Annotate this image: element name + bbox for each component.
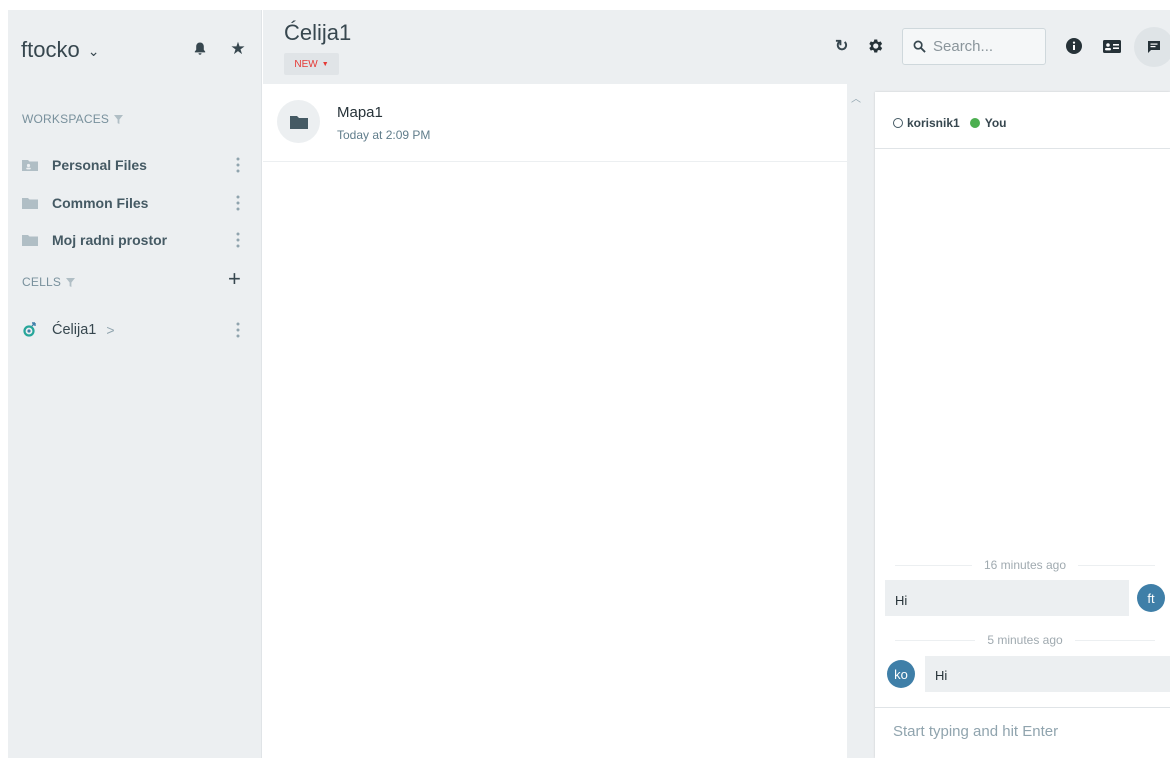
bell-icon[interactable] <box>191 40 209 58</box>
info-icon[interactable] <box>1066 38 1082 54</box>
chat-message: Hi <box>885 580 1129 616</box>
add-cell-button[interactable]: + <box>228 268 241 290</box>
workspace-label: Personal Files <box>52 157 147 173</box>
folder-icon <box>22 235 38 246</box>
workspace-item-common-files[interactable]: Common Files <box>22 190 252 216</box>
time-separator: 5 minutes ago <box>895 633 1156 647</box>
file-date: Today at 2:09 PM <box>337 128 431 142</box>
filter-icon[interactable] <box>114 114 124 124</box>
member-name: korisnik1 <box>907 116 960 130</box>
chat-message: Hi <box>925 656 1170 692</box>
more-vert-icon[interactable] <box>236 157 240 173</box>
more-vert-icon[interactable] <box>236 232 240 248</box>
scroll-up-icon[interactable]: ︿ <box>851 90 861 105</box>
cell-label: Ćelija1 <box>52 322 97 338</box>
online-status-icon <box>969 118 980 128</box>
filter-icon[interactable] <box>66 277 76 287</box>
user-name[interactable]: ftocko <box>21 37 80 63</box>
cells-title: CELLS <box>22 275 62 289</box>
divider <box>875 148 1170 149</box>
chat-composer <box>875 707 1170 758</box>
scrollbar[interactable]: ︿ <box>847 84 866 758</box>
workspace-label: Common Files <box>52 195 149 211</box>
chat-input[interactable] <box>893 723 1153 740</box>
file-list: Mapa1 Today at 2:09 PM <box>263 84 847 758</box>
workspace-label: Moj radni prostor <box>52 232 168 248</box>
folder-icon <box>289 115 308 129</box>
gear-icon[interactable] <box>866 37 884 55</box>
offline-status-icon <box>893 118 903 128</box>
search-input[interactable] <box>933 38 1033 55</box>
chat-toggle-button[interactable] <box>1134 27 1170 67</box>
cell-icon <box>23 322 36 337</box>
folder-icon <box>22 198 38 209</box>
caret-down-icon: ▼ <box>321 60 329 68</box>
sidebar: ftocko ⌄ ★ WORKSPACES Personal Files Com… <box>8 10 262 758</box>
message-time: 5 minutes ago <box>987 633 1063 647</box>
top-bar: Ćelija1 NEW ▼ ↻ <box>263 10 1170 84</box>
chat-icon <box>1148 41 1160 53</box>
contact-card-icon[interactable] <box>1103 40 1121 53</box>
avatar: ft <box>1137 584 1165 612</box>
chevron-down-icon[interactable]: ⌄ <box>88 43 100 60</box>
star-icon[interactable]: ★ <box>229 39 247 58</box>
more-vert-icon[interactable] <box>236 322 240 338</box>
page-title: Ćelija1 <box>284 20 352 45</box>
more-vert-icon[interactable] <box>236 195 240 211</box>
message-time: 16 minutes ago <box>983 558 1067 572</box>
new-button-label: NEW <box>294 58 318 70</box>
chat-members: korisnik1 You <box>893 116 1006 130</box>
workspaces-title: WORKSPACES <box>22 112 110 126</box>
file-row[interactable]: Mapa1 Today at 2:09 PM <box>263 84 847 162</box>
cell-item-celija1[interactable]: Ćelija1 > <box>22 317 252 343</box>
search-box[interactable] <box>902 28 1046 65</box>
workspace-item-moj-radni-prostor[interactable]: Moj radni prostor <box>22 227 252 253</box>
user-menu[interactable]: ftocko ⌄ ★ <box>21 32 251 68</box>
file-name: Mapa1 <box>337 104 383 121</box>
chat-card: korisnik1 You 16 minutes ago Hi ft 5 min… <box>875 92 1170 758</box>
workspaces-section-title: WORKSPACES <box>22 112 124 126</box>
time-separator: 16 minutes ago <box>895 558 1155 572</box>
member-name: You <box>984 116 1007 130</box>
cells-section-title: CELLS <box>22 275 76 289</box>
folder-user-icon <box>22 160 38 171</box>
new-button[interactable]: NEW ▼ <box>284 53 339 75</box>
workspace-item-personal-files[interactable]: Personal Files <box>22 152 252 178</box>
chevron-right-icon[interactable]: > <box>106 322 114 338</box>
chat-panel: korisnik1 You 16 minutes ago Hi ft 5 min… <box>866 84 1170 758</box>
avatar: ko <box>887 660 915 688</box>
refresh-icon[interactable]: ↻ <box>835 36 848 56</box>
file-thumbnail <box>277 100 320 143</box>
search-icon <box>913 40 926 53</box>
